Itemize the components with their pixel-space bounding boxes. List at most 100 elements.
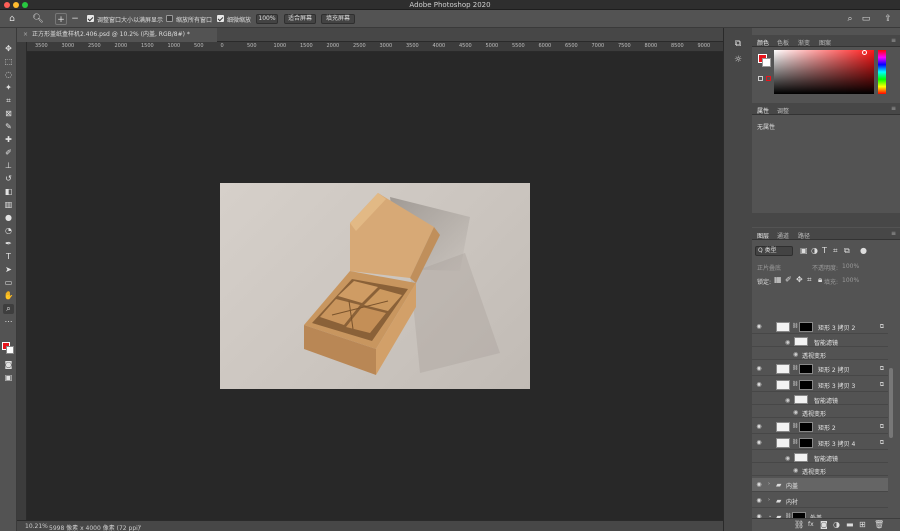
zoom-tool-preset-icon[interactable]: 🔍︎ [30,13,46,25]
filter-type-icon[interactable]: T [822,246,827,256]
eyedropper-icon[interactable]: ✎ [3,122,14,132]
frame-tool-icon[interactable]: ⊠ [3,109,14,119]
layer-row[interactable]: ◉ 透视变形 [752,349,888,360]
blur-tool-icon[interactable]: ● [3,213,14,223]
visibility-eye-icon[interactable]: ◉ [755,323,763,331]
fit-screen-button[interactable]: 适合屏幕 [284,14,316,24]
vertical-ruler[interactable] [17,42,27,520]
history-panel-icon[interactable]: ⧉ [732,38,744,50]
fill-screen-button[interactable]: 填充屏幕 [321,14,355,24]
zoom-out-icon[interactable]: − [69,13,81,25]
delete-layer-icon[interactable]: 🗑︎ [874,520,884,530]
lock-position-icon[interactable]: ✥ [796,275,803,285]
lasso-tool-icon[interactable]: ◌ [3,70,14,80]
filter-smart-icon[interactable]: ⧉ [844,246,850,256]
layer-row[interactable]: ◉ 智能滤镜 [752,336,888,347]
layer-mask-thumbnail[interactable] [799,322,813,332]
visibility-eye-icon[interactable]: ◉ [755,423,763,431]
mask-link-icon[interactable]: ⛓ [792,323,798,329]
layer-mask-thumbnail[interactable] [799,422,813,432]
resize-windows-checkbox[interactable] [87,15,94,22]
color-panel-menu-icon[interactable]: ≡ [891,37,896,44]
marquee-tool-icon[interactable]: ⬚ [3,57,14,67]
adjust-panel-icon[interactable]: ☼ [732,54,744,66]
move-tool-icon[interactable]: ✥ [3,44,14,54]
filter-pixel-icon[interactable]: ▣ [800,246,808,256]
mask-link-icon[interactable]: ⛓ [792,365,798,371]
rectangle-tool-icon[interactable]: ▭ [3,278,14,288]
clone-stamp-icon[interactable]: ⊥ [3,161,14,171]
zoom-value-field[interactable]: 100% [256,14,278,24]
visibility-eye-icon[interactable]: ◉ [755,381,763,389]
tab-paths[interactable]: 路径 [798,231,810,240]
filter-eye-icon[interactable]: ◉ [785,455,790,462]
layers-list[interactable]: ◉ ⛓ 矩形 3 拷贝 2 ⧉ ◉ 智能滤镜 ◉ 透视变形 ◉ ⛓ 矩形 2 拷贝 ⧉ ◉ ⛓ 矩形 3 拷… [752,288,892,518]
screen-mode-icon[interactable]: ▣ [3,373,14,383]
hand-tool-icon[interactable]: ✋ [3,291,14,301]
blend-mode-select[interactable]: 正片叠底 [757,263,781,272]
zoom-in-icon[interactable]: + [55,13,67,25]
tab-swatches[interactable]: 色板 [777,38,789,47]
effect-eye-icon[interactable]: ◉ [793,409,798,416]
dodge-tool-icon[interactable]: ◔ [3,226,14,236]
workspace-icon[interactable]: ▭ [860,13,872,25]
layer-row[interactable]: ◉ ⛓ 矩形 2 ⧉ [752,420,888,434]
lock-all-icon[interactable]: 🔒︎ [818,275,822,285]
pen-tool-icon[interactable]: ✒ [3,239,14,249]
healing-brush-icon[interactable]: ✚ [3,135,14,145]
filter-mask-thumbnail[interactable] [794,337,808,346]
magic-wand-icon[interactable]: ✦ [3,83,14,93]
history-brush-icon[interactable]: ↺ [3,174,14,184]
mask-link-icon[interactable]: ⛓ [792,423,798,429]
close-tab-icon[interactable]: × [23,28,28,42]
layer-mask-thumbnail[interactable] [799,380,813,390]
color-picker-cursor[interactable] [862,50,867,55]
link-layers-icon[interactable]: ⛓ [794,520,804,530]
layer-mask-thumbnail[interactable] [799,364,813,374]
layer-row[interactable]: ◉ 智能滤镜 [752,452,888,463]
status-zoom[interactable]: 10.21% [25,523,48,530]
bg-color-chip[interactable] [762,58,771,67]
filter-eye-icon[interactable]: ◉ [785,397,790,404]
tab-patterns[interactable]: 图案 [819,38,831,47]
filter-shape-icon[interactable]: ⌗ [833,246,838,256]
visibility-eye-icon[interactable]: ◉ [755,481,763,489]
filter-mask-thumbnail[interactable] [794,453,808,462]
effect-eye-icon[interactable]: ◉ [793,351,798,358]
more-tools-icon[interactable]: ⋯ [3,317,14,327]
layer-row[interactable]: ◉ ⛓ 矩形 3 拷贝 3 ⧉ [752,378,888,392]
path-selection-icon[interactable]: ➤ [3,265,14,275]
tab-color[interactable]: 颜色 [757,38,769,47]
hue-slider[interactable] [878,50,886,94]
tab-adjustments[interactable]: 调整 [777,106,789,115]
layer-row[interactable]: ◉ › ▰ 内盖 [752,478,888,492]
lock-transparency-icon[interactable]: ▦ [774,275,782,285]
color-field[interactable] [774,50,874,94]
layer-row[interactable]: ◉ 智能滤镜 [752,394,888,405]
home-icon[interactable]: ⌂ [6,13,18,25]
tab-channels[interactable]: 通道 [777,231,789,240]
layer-filter-kind[interactable]: Q 类型 [755,246,793,256]
mask-link-icon[interactable]: ⛓ [792,381,798,387]
gradient-tool-icon[interactable]: ▥ [3,200,14,210]
layer-row[interactable]: ◉ 透视变形 [752,407,888,418]
new-group-icon[interactable]: ▬ [846,520,854,530]
zoom-tool-icon[interactable]: ⌕ [3,304,14,314]
layer-row[interactable]: ◉⌄▰⛓外盖 [752,510,888,518]
layer-row[interactable]: ◉ 透视变形 [752,465,888,476]
effect-eye-icon[interactable]: ◉ [793,467,798,474]
brush-tool-icon[interactable]: ✐ [3,148,14,158]
filter-eye-icon[interactable]: ◉ [785,339,790,346]
layer-mask-thumbnail[interactable] [799,438,813,448]
group-expand-icon[interactable]: › [768,497,770,503]
visibility-eye-icon[interactable]: ◉ [755,497,763,505]
zoom-all-checkbox[interactable] [166,15,173,22]
properties-panel-menu-icon[interactable]: ≡ [891,105,896,112]
eraser-tool-icon[interactable]: ◧ [3,187,14,197]
opacity-value[interactable]: 100% [842,263,859,270]
filter-mask-thumbnail[interactable] [794,395,808,404]
add-style-icon[interactable]: fx [808,520,814,530]
visibility-eye-icon[interactable]: ◉ [755,439,763,447]
lock-pixels-icon[interactable]: ✐ [785,275,792,285]
filter-adjust-icon[interactable]: ◑ [811,246,818,256]
